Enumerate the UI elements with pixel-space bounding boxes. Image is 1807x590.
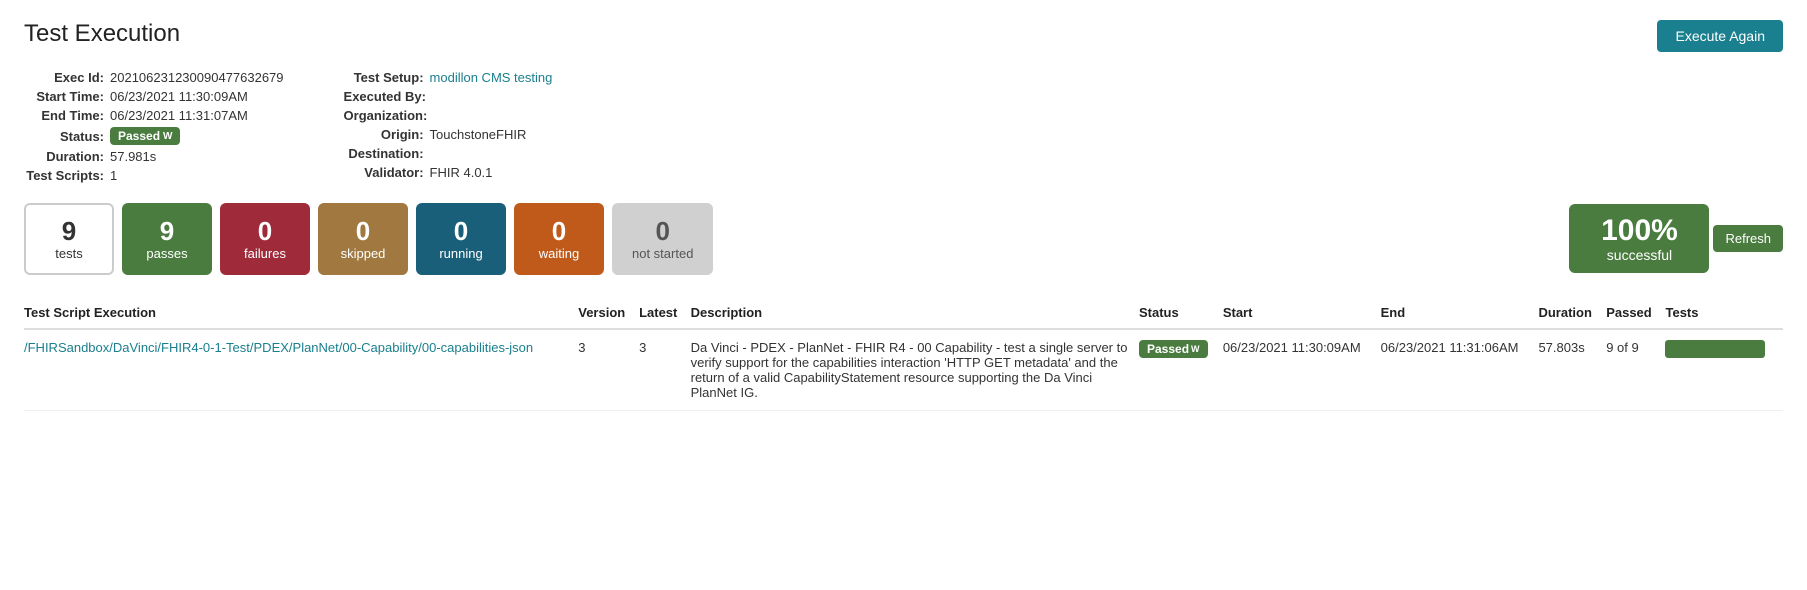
success-label: successful: [1607, 247, 1672, 263]
success-refresh-group: 100% successful Refresh: [1569, 203, 1783, 275]
status-badge-w: W: [163, 131, 172, 142]
start-time-value: 06/23/2021 11:30:09AM: [110, 89, 248, 104]
skipped-num: 0: [356, 217, 370, 246]
passed-cell: 9 of 9: [1606, 329, 1665, 411]
waiting-num: 0: [552, 217, 566, 246]
status-badge: Passed W: [110, 127, 180, 145]
waiting-box: 0 waiting: [514, 203, 604, 275]
description-cell: Da Vinci - PDEX - PlanNet - FHIR R4 - 00…: [691, 329, 1139, 411]
end-time-value: 06/23/2021 11:31:07AM: [110, 108, 248, 123]
origin-label: Origin:: [344, 127, 424, 142]
origin-value: TouchstoneFHIR: [430, 127, 527, 142]
meta-col-left: Exec Id: 20210623123009047763​2679 Start…: [24, 70, 284, 183]
passes-label: passes: [146, 246, 187, 261]
not-started-label: not started: [632, 246, 693, 261]
test-setup-label: Test Setup:: [344, 70, 424, 85]
duration-row: Duration: 57.981s: [24, 149, 284, 164]
col-version: Version: [578, 297, 639, 329]
passes-box: 9 passes: [122, 203, 212, 275]
duration-value: 57.981s: [110, 149, 156, 164]
tests-label: tests: [55, 246, 82, 261]
script-link[interactable]: /FHIRSandbox/DaVinci/FHIR4-0-1-Test/PDEX…: [24, 340, 568, 355]
test-setup-row: Test Setup: modillon CMS testing: [344, 70, 553, 85]
latest-cell: 3: [639, 329, 691, 411]
table-header-row: Test Script Execution Version Latest Des…: [24, 297, 1783, 329]
exec-id-value: 20210623123009047763​2679: [110, 70, 284, 85]
execute-again-button[interactable]: Execute Again: [1657, 20, 1783, 52]
executed-by-label: Executed By:: [344, 89, 426, 104]
col-status: Status: [1139, 297, 1223, 329]
exec-id-row: Exec Id: 20210623123009047763​2679: [24, 70, 284, 85]
stats-row: 9 tests 9 passes 0 failures 0 skipped 0 …: [24, 203, 1783, 275]
status-row: Status: Passed W: [24, 127, 284, 145]
duration-label: Duration:: [24, 149, 104, 164]
page-header: Test Execution Execute Again: [24, 20, 1783, 52]
progress-bar-fill: [1665, 340, 1765, 358]
not-started-box: 0 not started: [612, 203, 713, 275]
duration-cell: 57.803s: [1538, 329, 1606, 411]
destination-row: Destination:: [344, 146, 553, 161]
meta-section: Exec Id: 20210623123009047763​2679 Start…: [24, 70, 1783, 183]
test-scripts-label: Test Scripts:: [24, 168, 104, 183]
col-script: Test Script Execution: [24, 297, 578, 329]
test-scripts-value: 1: [110, 168, 117, 183]
failures-num: 0: [258, 217, 272, 246]
running-label: running: [439, 246, 482, 261]
end-time-label: End Time:: [24, 108, 104, 123]
organization-row: Organization:: [344, 108, 553, 123]
failures-box: 0 failures: [220, 203, 310, 275]
executed-by-row: Executed By:: [344, 89, 553, 104]
tests-num: 9: [62, 217, 76, 246]
status-badge-value: Passed: [118, 129, 160, 143]
col-description: Description: [691, 297, 1139, 329]
table-section: Test Script Execution Version Latest Des…: [24, 297, 1783, 411]
skipped-label: skipped: [341, 246, 386, 261]
col-start: Start: [1223, 297, 1381, 329]
passes-num: 9: [160, 217, 174, 246]
end-time-row: End Time: 06/23/2021 11:31:07AM: [24, 108, 284, 123]
row-status-badge: PassedW: [1139, 340, 1208, 358]
end-cell: 06/23/2021 11:31:06AM: [1381, 329, 1539, 411]
running-box: 0 running: [416, 203, 506, 275]
failures-label: failures: [244, 246, 286, 261]
col-end: End: [1381, 297, 1539, 329]
running-num: 0: [454, 217, 468, 246]
script-cell: /FHIRSandbox/DaVinci/FHIR4-0-1-Test/PDEX…: [24, 329, 578, 411]
col-passed: Passed: [1606, 297, 1665, 329]
meta-col-right: Test Setup: modillon CMS testing Execute…: [344, 70, 553, 183]
col-tests: Tests: [1665, 297, 1783, 329]
test-setup-link[interactable]: modillon CMS testing: [430, 70, 553, 85]
validator-row: Validator: FHIR 4.0.1: [344, 165, 553, 180]
organization-label: Organization:: [344, 108, 428, 123]
col-latest: Latest: [639, 297, 691, 329]
skipped-box: 0 skipped: [318, 203, 408, 275]
start-time-label: Start Time:: [24, 89, 104, 104]
status-label: Status:: [24, 129, 104, 144]
waiting-label: waiting: [539, 246, 579, 261]
success-box: 100% successful: [1569, 204, 1709, 273]
status-cell: PassedW: [1139, 329, 1223, 411]
success-pct: 100%: [1601, 214, 1678, 247]
version-cell: 3: [578, 329, 639, 411]
validator-value: FHIR 4.0.1: [430, 165, 493, 180]
not-started-num: 0: [655, 217, 669, 246]
tests-cell: [1665, 329, 1783, 411]
test-execution-table: Test Script Execution Version Latest Des…: [24, 297, 1783, 411]
tests-box: 9 tests: [24, 203, 114, 275]
exec-id-label: Exec Id:: [24, 70, 104, 85]
validator-label: Validator:: [344, 165, 424, 180]
refresh-button[interactable]: Refresh: [1713, 225, 1783, 252]
col-duration: Duration: [1538, 297, 1606, 329]
test-scripts-row: Test Scripts: 1: [24, 168, 284, 183]
progress-bar-bg: [1665, 340, 1765, 358]
start-time-row: Start Time: 06/23/2021 11:30:09AM: [24, 89, 284, 104]
table-row: /FHIRSandbox/DaVinci/FHIR4-0-1-Test/PDEX…: [24, 329, 1783, 411]
start-cell: 06/23/2021 11:30:09AM: [1223, 329, 1381, 411]
page-title: Test Execution: [24, 20, 180, 48]
origin-row: Origin: TouchstoneFHIR: [344, 127, 553, 142]
destination-label: Destination:: [344, 146, 424, 161]
